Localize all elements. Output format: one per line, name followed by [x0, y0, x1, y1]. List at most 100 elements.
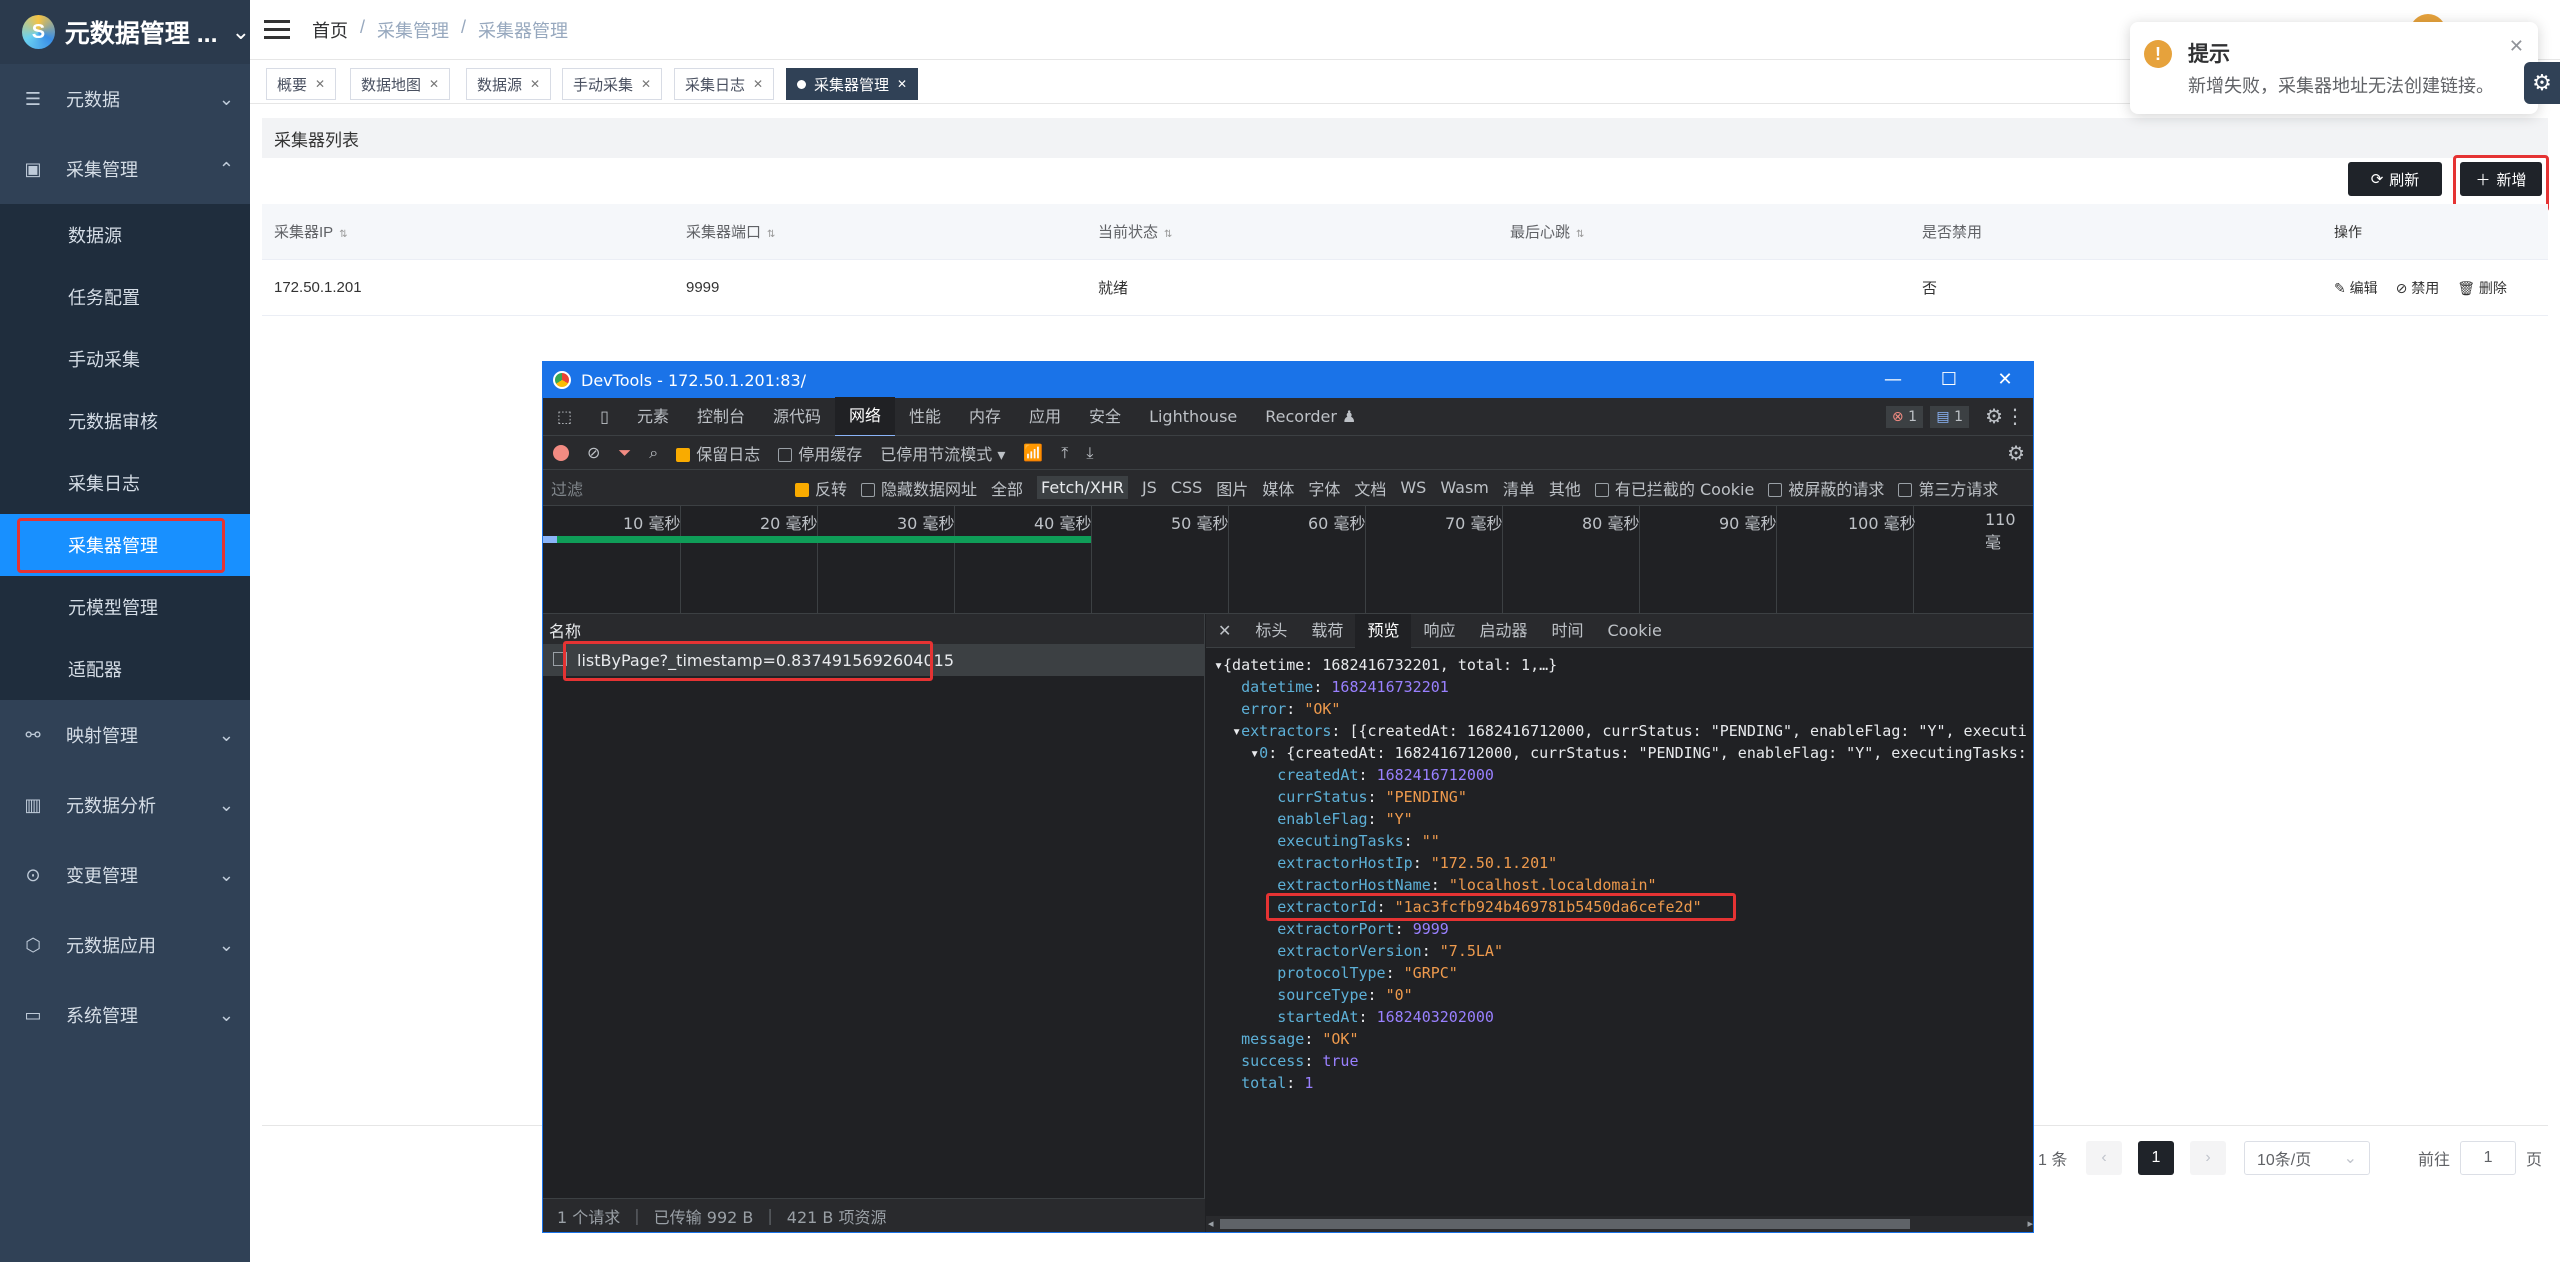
hide-data-urls-checkbox[interactable]: 隐藏数据网址 [861, 476, 977, 500]
network-timeline[interactable]: 10 毫秒 20 毫秒 30 毫秒 40 毫秒 50 毫秒 60 毫秒 70 毫… [543, 506, 2033, 614]
tab-payload[interactable]: 载荷 [1299, 614, 1355, 648]
tab-console[interactable]: 控制台 [683, 398, 759, 436]
filter-type-img[interactable]: 图片 [1216, 476, 1248, 500]
edit-button[interactable]: ✎ 编辑 [2334, 278, 2378, 298]
disable-cache-checkbox[interactable]: 停用缓存 [778, 441, 862, 465]
maximize-icon[interactable]: ☐ [1921, 362, 1977, 398]
tag-overview[interactable]: 概要 ✕ [266, 68, 337, 100]
filter-type-other[interactable]: 其他 [1549, 476, 1581, 500]
device-toggle-icon[interactable]: ▯ [586, 398, 623, 436]
close-icon[interactable]: ✕ [429, 77, 439, 91]
close-icon[interactable]: ✕ [897, 77, 907, 91]
column-header[interactable]: 采集器IP ⇅ [262, 221, 674, 242]
page-size-select[interactable]: 10条/页 ⌄ [2244, 1141, 2370, 1175]
close-icon[interactable]: ✕ [1206, 614, 1243, 648]
tab-timing[interactable]: 时间 [1539, 614, 1595, 648]
hamburger-icon[interactable] [264, 20, 290, 39]
tab-performance[interactable]: 性能 [895, 398, 955, 436]
filter-type-wasm[interactable]: Wasm [1440, 478, 1489, 497]
record-icon[interactable] [553, 444, 569, 461]
tab-recorder[interactable]: Recorder ♟ [1251, 398, 1370, 436]
preserve-log-checkbox[interactable]: 保留日志 [676, 441, 760, 465]
settings-gear-icon[interactable]: ⚙ [2524, 62, 2560, 104]
more-options-icon[interactable]: ⋮ [2005, 404, 2025, 428]
filter-input[interactable]: 过滤 [551, 476, 781, 500]
scroll-left-icon[interactable]: ◂ [1208, 1217, 1214, 1230]
json-line-item[interactable]: ▾0: {createdAt: 1682416712000, currStatu… [1214, 742, 2033, 764]
tab-elements[interactable]: 元素 [623, 398, 683, 436]
close-icon[interactable]: ✕ [1977, 362, 2033, 398]
page-number-1[interactable]: 1 [2138, 1141, 2174, 1175]
tag-collector-manage[interactable]: 采集器管理 ✕ [786, 68, 919, 100]
filter-type-css[interactable]: CSS [1171, 478, 1202, 497]
search-icon[interactable]: ⌕ [649, 443, 658, 463]
upload-icon[interactable]: ⤒ [1061, 443, 1068, 463]
sidebar-item-collect-log[interactable]: 采集日志 [0, 452, 250, 514]
filter-type-doc[interactable]: 文档 [1354, 476, 1386, 500]
json-line-extractors[interactable]: ▾extractors: [{createdAt: 1682416712000,… [1214, 720, 2033, 742]
tab-network[interactable]: 网络 [834, 396, 895, 437]
sidebar-item-manual-collect[interactable]: 手动采集 [0, 328, 250, 390]
close-icon[interactable]: ✕ [530, 77, 540, 91]
scrollbar-thumb[interactable] [1220, 1219, 1910, 1229]
tab-initiator[interactable]: 启动器 [1467, 614, 1539, 648]
tab-lighthouse[interactable]: Lighthouse [1135, 398, 1251, 436]
third-party-checkbox[interactable]: 第三方请求 [1898, 476, 1998, 500]
prev-page-button[interactable]: ‹ [2086, 1141, 2122, 1175]
tag-datasource[interactable]: 数据源 ✕ [466, 68, 552, 100]
menu-item-change[interactable]: ⊙ 变更管理 ⌄ [0, 840, 250, 910]
sidebar-item-adapter[interactable]: 适配器 [0, 638, 250, 700]
inspect-icon[interactable]: ⬚ [543, 398, 586, 436]
disable-button[interactable]: ⊘ 禁用 [2396, 278, 2440, 298]
tab-preview[interactable]: 预览 [1355, 613, 1412, 648]
sidebar-item-datasource[interactable]: 数据源 [0, 204, 250, 266]
filter-type-font[interactable]: 字体 [1308, 476, 1340, 500]
close-icon[interactable]: ✕ [2509, 36, 2524, 57]
download-icon[interactable]: ⤓ [1086, 443, 1093, 463]
tab-headers[interactable]: 标头 [1243, 614, 1299, 648]
horizontal-scrollbar[interactable]: ◂ ▸ [1206, 1216, 2033, 1232]
filter-type-manifest[interactable]: 清单 [1503, 476, 1535, 500]
message-badge[interactable]: ▤ 1 [1930, 406, 1969, 428]
chevron-down-icon[interactable]: ⌄ [232, 19, 250, 45]
minimize-icon[interactable]: — [1865, 362, 1921, 398]
throttle-select[interactable]: 已停用节流模式 ▾ [880, 441, 1005, 465]
filter-type-all[interactable]: 全部 [991, 476, 1023, 500]
sidebar-item-metamodel[interactable]: 元模型管理 [0, 576, 250, 638]
error-badge[interactable]: ⊗ 1 [1885, 406, 1923, 428]
next-page-button[interactable]: › [2190, 1141, 2226, 1175]
tag-manual-collect[interactable]: 手动采集 ✕ [562, 68, 663, 100]
tag-data-map[interactable]: 数据地图 ✕ [350, 68, 451, 100]
invert-checkbox[interactable]: 反转 [795, 476, 847, 500]
tab-application[interactable]: 应用 [1015, 398, 1075, 436]
wifi-icon[interactable]: 📶 [1023, 443, 1043, 462]
sort-icon[interactable]: ⇅ [767, 229, 775, 240]
sidebar-item-task-config[interactable]: 任务配置 [0, 266, 250, 328]
tab-response[interactable]: 响应 [1411, 614, 1467, 648]
column-header[interactable]: 当前状态 ⇅ [1086, 221, 1498, 242]
request-row[interactable]: listByPage?_timestamp=0.8374915692604015 [543, 641, 1204, 681]
clear-icon[interactable]: ⊘ [587, 443, 600, 462]
filter-icon[interactable]: ⏷ [618, 443, 631, 463]
filter-type-js[interactable]: JS [1142, 478, 1157, 497]
refresh-button[interactable]: ⟳ 刷新 [2348, 162, 2442, 196]
filter-type-fetch-xhr[interactable]: Fetch/XHR [1037, 476, 1128, 499]
sort-icon[interactable]: ⇅ [1576, 229, 1584, 240]
tag-collect-log[interactable]: 采集日志 ✕ [674, 68, 775, 100]
menu-item-system[interactable]: ▭ 系统管理 ⌄ [0, 980, 250, 1050]
close-icon[interactable]: ✕ [315, 77, 325, 91]
column-header[interactable]: 采集器端口 ⇅ [674, 221, 1086, 242]
menu-item-collection[interactable]: ▣ 采集管理 ⌃ [0, 134, 250, 204]
scroll-right-icon[interactable]: ▸ [2027, 1217, 2033, 1230]
menu-item-metadata[interactable]: ☰ 元数据 ⌄ [0, 64, 250, 134]
menu-item-mapping[interactable]: ⚯ 映射管理 ⌄ [0, 700, 250, 770]
blocked-cookies-checkbox[interactable]: 有已拦截的 Cookie [1594, 476, 1754, 500]
breadcrumb-home[interactable]: 首页 [312, 17, 348, 43]
tab-security[interactable]: 安全 [1075, 398, 1135, 436]
tab-cookies[interactable]: Cookie [1596, 614, 1674, 648]
blocked-requests-checkbox[interactable]: 被屏蔽的请求 [1768, 476, 1884, 500]
delete-button[interactable]: 🗑 删除 [2457, 278, 2507, 298]
filter-type-media[interactable]: 媒体 [1262, 476, 1294, 500]
filter-type-ws[interactable]: WS [1400, 478, 1426, 497]
logo[interactable]: S 元数据管理 ... ⌄ [0, 0, 250, 64]
